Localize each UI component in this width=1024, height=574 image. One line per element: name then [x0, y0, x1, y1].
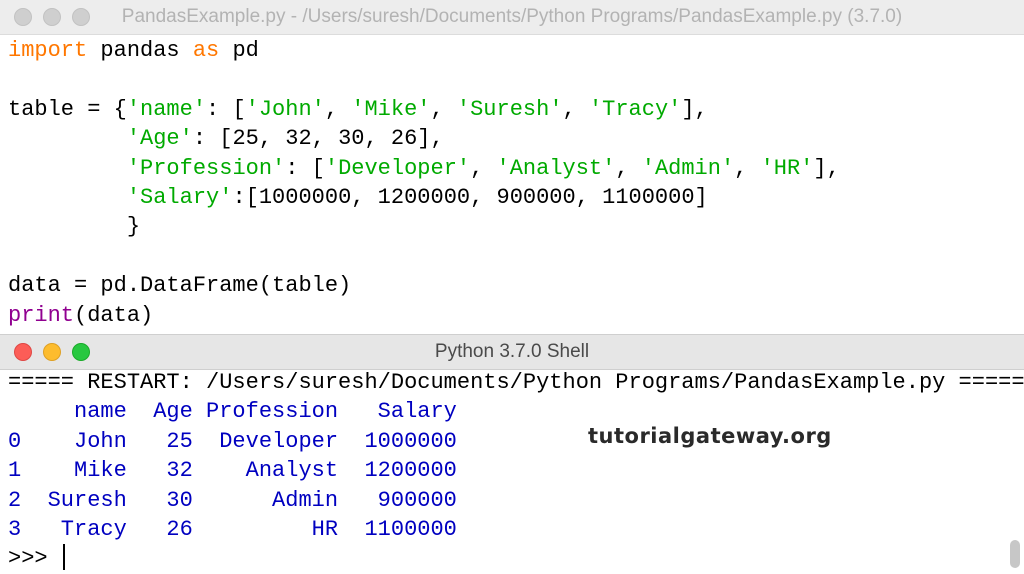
string-token: 'Tracy' [588, 96, 682, 122]
string-token: 'Analyst' [496, 155, 616, 181]
code-token: , [324, 96, 352, 122]
dataframe-row: 2 Suresh 30 Admin 900000 [8, 487, 457, 513]
code-line: } [8, 214, 140, 239]
string-token: 'John' [245, 96, 325, 122]
shell-prompt: >>> [8, 546, 61, 572]
code-token: :[1000000, 1200000, 900000, 1100000] [232, 185, 708, 211]
code-token: , [430, 96, 457, 122]
string-token: 'name' [126, 96, 207, 122]
shell-zoom-button[interactable] [72, 343, 90, 361]
builtin-token: print [8, 302, 75, 328]
string-token: 'Developer' [324, 155, 471, 181]
dataframe-row: 3 Tracy 26 HR 1100000 [8, 517, 457, 543]
code-line: print(data) [8, 303, 153, 328]
shell-window-controls [14, 335, 90, 369]
code-token: , [615, 155, 642, 181]
text-cursor [62, 544, 65, 571]
string-token: 'Profession' [126, 155, 286, 181]
editor-window-controls [14, 0, 90, 34]
string-token: 'HR' [760, 155, 814, 181]
code-token: ], [813, 155, 840, 181]
code-line: data = pd.DataFrame(table) [8, 273, 351, 298]
code-token: data = pd.DataFrame(table) [8, 273, 352, 299]
editor-window-title: PandasExample.py - /Users/suresh/Documen… [121, 6, 903, 27]
restart-line: ===== RESTART: /Users/suresh/Documents/P… [8, 370, 1024, 395]
code-token: table = { [8, 96, 127, 122]
code-token: pandas [87, 38, 193, 63]
code-token: , [734, 155, 761, 181]
code-token: , [470, 155, 497, 181]
string-token: 'Admin' [641, 155, 735, 181]
editor-code-area[interactable]: import pandas as pd table = {'name': ['J… [8, 36, 840, 330]
code-token: , [562, 96, 589, 122]
editor-close-button[interactable] [14, 8, 32, 26]
code-line: import pandas as pd [8, 38, 259, 63]
code-line: 'Salary':[1000000, 1200000, 900000, 1100… [8, 185, 708, 210]
code-line: 'Profession': ['Developer', 'Analyst', '… [8, 156, 840, 181]
code-line: 'Age': [25, 32, 30, 26], [8, 126, 444, 151]
string-token: 'Salary' [126, 185, 233, 211]
shell-output-area[interactable]: ===== RESTART: /Users/suresh/Documents/P… [8, 368, 1024, 574]
keyword-token: import [8, 38, 88, 63]
code-token: : [ [206, 96, 246, 122]
shell-scrollbar[interactable] [1010, 540, 1020, 568]
dataframe-row: 1 Mike 32 Analyst 1200000 [8, 458, 457, 484]
keyword-token: as [192, 38, 220, 63]
editor-title-bar: PandasExample.py - /Users/suresh/Documen… [0, 0, 1024, 35]
watermark-logo: tutorialgateway.org [588, 424, 832, 448]
string-token: 'Mike' [351, 96, 431, 122]
shell-window-title: Python 3.7.0 Shell [434, 341, 590, 362]
code-token: : [ [285, 155, 325, 181]
string-token: 'Age' [126, 126, 193, 152]
code-token: ], [681, 96, 708, 122]
shell-close-button[interactable] [14, 343, 32, 361]
editor-zoom-button[interactable] [72, 8, 90, 26]
shell-title-bar: Python 3.7.0 Shell [0, 334, 1024, 370]
code-token: pd [219, 38, 259, 63]
shell-minimize-button[interactable] [43, 343, 61, 361]
code-token: : [25, 32, 30, 26], [192, 126, 444, 152]
dataframe-row: 0 John 25 Developer 1000000 [8, 428, 457, 454]
code-token: } [8, 214, 141, 240]
code-token: (data) [74, 302, 154, 328]
string-token: 'Suresh' [456, 96, 563, 122]
code-line: table = {'name': ['John', 'Mike', 'Sures… [8, 97, 708, 122]
editor-minimize-button[interactable] [43, 8, 61, 26]
dataframe-header-row: name Age Profession Salary [8, 399, 457, 425]
